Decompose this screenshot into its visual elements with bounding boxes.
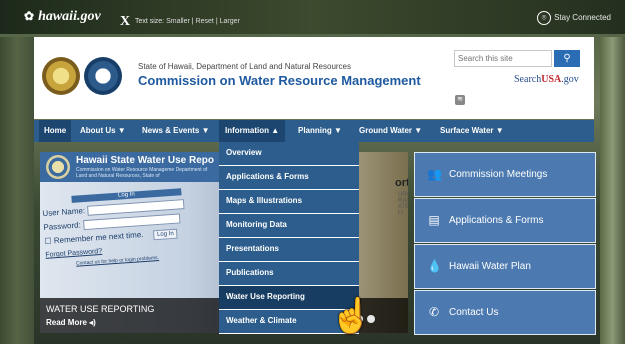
rss-icon[interactable]: ≋ bbox=[455, 95, 465, 105]
nav-surface-water[interactable]: Surface Water ▼ bbox=[440, 120, 504, 142]
stay-connected-label: Stay Connected bbox=[554, 13, 611, 23]
usagov-prefix: Search bbox=[514, 74, 542, 85]
nav-planning[interactable]: Planning ▼ bbox=[298, 120, 342, 142]
separator: | bbox=[191, 18, 194, 25]
hand-cursor-icon: ☝ bbox=[330, 297, 373, 335]
site-title[interactable]: Commission on Water Resource Management bbox=[138, 73, 421, 88]
slide-login-button: Log In bbox=[153, 228, 178, 241]
nav-news-events[interactable]: News & Events ▼ bbox=[142, 120, 210, 142]
menu-item-overview[interactable]: Overview bbox=[219, 142, 359, 166]
top-bar: ✿ hawaii.gov X Text size: Smaller | Reset… bbox=[0, 0, 625, 34]
stay-connected-link[interactable]: ⌾ Stay Connected bbox=[537, 11, 611, 25]
background-right bbox=[600, 37, 625, 344]
slide-login-image: Log In User Name: Password: ☐ Remember m… bbox=[41, 186, 216, 278]
state-seal-icon bbox=[42, 57, 80, 95]
hawaii-flower-icon: ✿ bbox=[24, 9, 35, 23]
site-header: State of Hawaii, Department of Land and … bbox=[34, 37, 594, 119]
slide-remember-label: Remember me next time. bbox=[53, 230, 144, 246]
dlnr-seal-icon bbox=[84, 57, 122, 95]
quick-links: 👥 Commission Meetings ▤ Applications & F… bbox=[414, 152, 596, 336]
nav-home[interactable]: Home bbox=[39, 120, 72, 142]
commission-seal-icon bbox=[46, 155, 70, 179]
slide-banner-subtitle: Commission on Water Resource Manageme De… bbox=[76, 167, 208, 179]
globe-icon: ⌾ bbox=[537, 11, 552, 25]
text-size-label: Text size: bbox=[134, 18, 165, 25]
nav-about-us[interactable]: About Us ▼ bbox=[80, 120, 126, 142]
menu-item-presentations[interactable]: Presentations bbox=[219, 238, 359, 262]
text-size-icon: X bbox=[120, 14, 131, 29]
slide-sign-text-2: URCE RAL ATER LI bbox=[398, 192, 408, 216]
phone-icon: ✆ bbox=[428, 305, 440, 319]
search-icon: ⚲ bbox=[563, 53, 571, 64]
quick-link-hawaii-water-plan[interactable]: 💧 Hawaii Water Plan bbox=[414, 244, 596, 289]
slide-username-label: User Name: bbox=[42, 206, 86, 219]
search-usagov-logo[interactable]: SearchUSA.gov bbox=[514, 74, 579, 85]
read-more-link[interactable]: Read More ◂) bbox=[46, 318, 96, 327]
quick-link-applications-forms[interactable]: ▤ Applications & Forms bbox=[414, 198, 596, 243]
logo-text: hawaii.gov bbox=[38, 9, 101, 24]
text-smaller-link[interactable]: Smaller bbox=[166, 18, 190, 25]
slide-caption-title: WATER USE REPORTING bbox=[46, 304, 155, 314]
quick-link-commission-meetings[interactable]: 👥 Commission Meetings bbox=[414, 152, 596, 197]
usagov-suffix: .gov bbox=[561, 74, 579, 85]
menu-item-applications-forms[interactable]: Applications & Forms bbox=[219, 166, 359, 190]
background-left bbox=[0, 37, 34, 344]
text-reset-link[interactable]: Reset bbox=[196, 18, 214, 25]
site-subtitle: State of Hawaii, Department of Land and … bbox=[138, 62, 352, 71]
quick-link-contact-us[interactable]: ✆ Contact Us bbox=[414, 290, 596, 335]
nav-ground-water[interactable]: Ground Water ▼ bbox=[359, 120, 422, 142]
search-box bbox=[454, 50, 552, 67]
search-button[interactable]: ⚲ bbox=[554, 50, 580, 67]
hawaii-gov-logo[interactable]: ✿ hawaii.gov bbox=[24, 9, 101, 25]
main-nav: Home About Us ▼ News & Events ▼ Informat… bbox=[34, 120, 594, 142]
slide-sign-text: orting bbox=[395, 177, 408, 189]
separator: | bbox=[215, 18, 218, 25]
water-drop-icon: 💧 bbox=[427, 259, 442, 273]
text-larger-link[interactable]: Larger bbox=[220, 18, 240, 25]
text-size-controls: X Text size: Smaller | Reset | Larger bbox=[120, 12, 240, 29]
quick-link-label: Applications & Forms bbox=[449, 215, 544, 226]
quick-link-label: Contact Us bbox=[449, 307, 499, 318]
menu-item-monitoring-data[interactable]: Monitoring Data bbox=[219, 214, 359, 238]
search-input[interactable] bbox=[455, 51, 550, 65]
quick-link-label: Commission Meetings bbox=[449, 169, 548, 180]
quick-link-label: Hawaii Water Plan bbox=[449, 261, 531, 272]
form-icon: ▤ bbox=[428, 213, 440, 227]
people-icon: 👥 bbox=[427, 167, 442, 181]
nav-information[interactable]: Information ▲ bbox=[219, 120, 286, 142]
slide-password-label: Password: bbox=[43, 220, 82, 233]
menu-item-maps-illustrations[interactable]: Maps & Illustrations bbox=[219, 190, 359, 214]
slide-banner: Hawaii State Water Use Repo Commission o… bbox=[40, 152, 220, 182]
menu-item-publications[interactable]: Publications bbox=[219, 262, 359, 286]
slide-banner-title: Hawaii State Water Use Repo bbox=[76, 155, 215, 166]
usagov-brand: USA bbox=[541, 74, 562, 85]
